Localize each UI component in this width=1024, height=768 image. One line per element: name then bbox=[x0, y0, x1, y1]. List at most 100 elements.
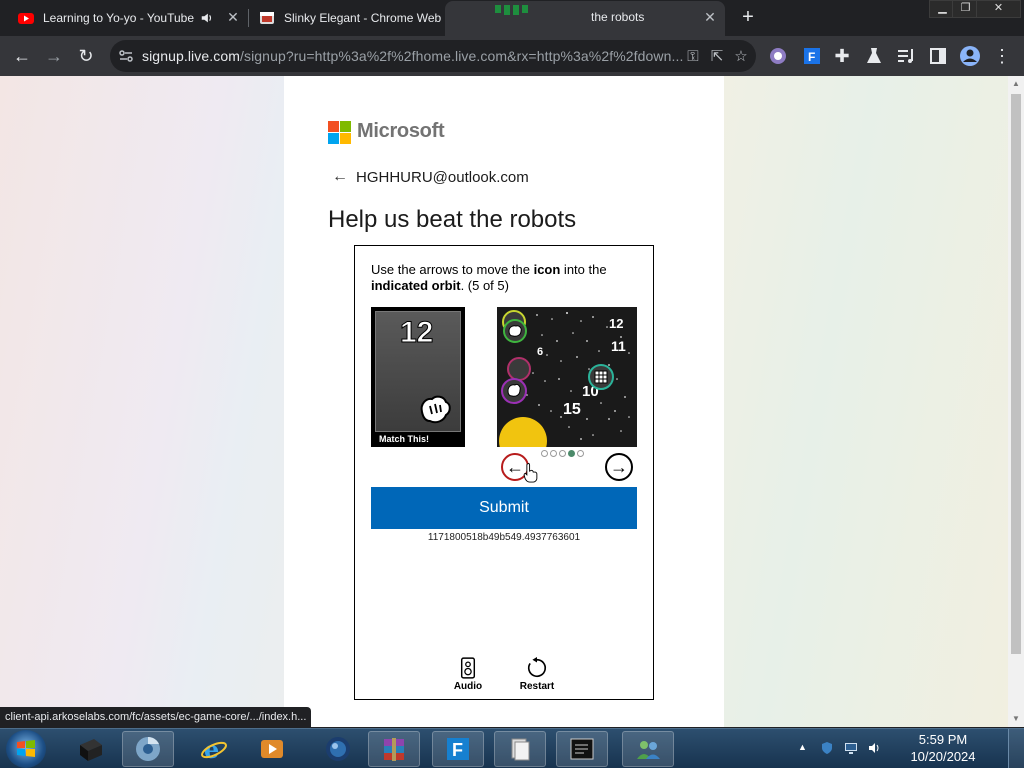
labs-flask-icon[interactable] bbox=[862, 44, 886, 68]
hand-glove-icon bbox=[420, 395, 451, 424]
taskbar-app-terminal[interactable] bbox=[556, 731, 608, 767]
submit-button[interactable]: Submit bbox=[371, 487, 637, 529]
tab-robots[interactable]: the robots ✕ bbox=[445, 1, 725, 36]
loading-indicator-icon bbox=[495, 5, 528, 15]
arrow-left-icon: ← bbox=[506, 457, 524, 477]
tab-youtube[interactable]: Learning to Yo-yo - YouTube ✕ bbox=[8, 3, 248, 32]
svg-text:F: F bbox=[808, 50, 815, 64]
media-player-icon bbox=[261, 740, 283, 758]
bookmark-star-icon[interactable]: ☆ bbox=[731, 46, 751, 66]
taskbar-app-internet-explorer[interactable]: e bbox=[188, 731, 240, 767]
taskbar-app-users[interactable] bbox=[622, 731, 674, 767]
email-address: HGHHURU@outlook.com bbox=[356, 168, 529, 186]
users-icon bbox=[637, 741, 660, 759]
close-window-button[interactable]: ✕ bbox=[976, 0, 1021, 18]
audio-button[interactable]: Audio bbox=[438, 657, 498, 692]
back-arrow-icon[interactable]: ← bbox=[332, 168, 348, 186]
side-panel-icon[interactable] bbox=[926, 44, 950, 68]
clock-time: 5:59 PM bbox=[918, 732, 968, 747]
tab-title: Learning to Yo-yo - YouTube bbox=[43, 10, 195, 25]
session-id: 1171800518b49b549.4937763601 bbox=[427, 532, 581, 543]
close-tab-icon[interactable]: ✕ bbox=[226, 10, 240, 24]
web-store-icon bbox=[260, 11, 274, 24]
back-icon[interactable]: ← bbox=[10, 44, 34, 68]
show-desktop-button[interactable] bbox=[1008, 729, 1024, 768]
audio-playing-icon[interactable] bbox=[200, 11, 214, 25]
windows-logo-icon bbox=[17, 740, 35, 757]
url-text: signup.live.com/signup?ru=http%3a%2f%2fh… bbox=[142, 48, 684, 64]
page-background: Microsoft ← HGHHURU@outlook.com Help us … bbox=[0, 76, 1008, 727]
volume-icon[interactable] bbox=[868, 741, 882, 755]
extension-blue-icon[interactable]: F bbox=[800, 44, 824, 68]
extensions-puzzle-icon[interactable]: ✚ bbox=[830, 44, 854, 68]
status-url: client-api.arkoselabs.com/fc/assets/ec-g… bbox=[0, 707, 312, 728]
security-shield-icon[interactable] bbox=[820, 741, 834, 755]
audio-label: Audio bbox=[453, 681, 483, 692]
browser-toolbar: ← → ↻ signup.live.com/signup?ru=http%3a%… bbox=[0, 36, 1024, 76]
tab-title: the robots bbox=[591, 10, 645, 24]
scroll-down-icon[interactable]: ▼ bbox=[1011, 714, 1021, 724]
taskbar-app-documents[interactable] bbox=[494, 731, 546, 767]
taskbar-app-chrome[interactable] bbox=[122, 731, 174, 767]
close-tab-icon[interactable]: ✕ bbox=[703, 10, 717, 24]
galaxy-scene: 12 11 6 10 15 bbox=[497, 307, 637, 447]
site-settings-icon[interactable] bbox=[116, 46, 136, 66]
taskbar-app-winrar[interactable] bbox=[368, 731, 420, 767]
svg-text:F: F bbox=[452, 740, 463, 760]
restore-button[interactable]: ❐ bbox=[952, 0, 979, 18]
restart-icon bbox=[527, 657, 547, 678]
taskbar-app-globe[interactable] bbox=[312, 731, 364, 767]
taskbar-app-black-box[interactable] bbox=[64, 731, 116, 767]
key-icon[interactable]: ⚿ bbox=[683, 46, 703, 66]
signup-card: Microsoft ← HGHHURU@outlook.com Help us … bbox=[284, 76, 724, 727]
address-bar[interactable]: signup.live.com/signup?ru=http%3a%2f%2fh… bbox=[110, 40, 756, 72]
orbit-number-12: 12 bbox=[609, 316, 623, 331]
taskbar-app-media-player[interactable] bbox=[246, 731, 298, 767]
progress-dot bbox=[550, 450, 557, 457]
taskbar: e F ▲ 5:59 PM 10/20/2024 bbox=[0, 728, 1024, 768]
tab-strip: Learning to Yo-yo - YouTube ✕ Slinky Ele… bbox=[0, 0, 1024, 36]
taskbar-clock[interactable]: 5:59 PM 10/20/2024 bbox=[893, 731, 993, 765]
move-right-button[interactable]: → bbox=[605, 453, 633, 481]
winrar-icon bbox=[384, 738, 404, 761]
internet-explorer-icon: e bbox=[201, 735, 227, 763]
clock-date: 10/20/2024 bbox=[910, 749, 976, 764]
hand-cursor-icon bbox=[523, 463, 538, 483]
terminal-icon bbox=[570, 738, 594, 760]
taskbar-app-f-app[interactable]: F bbox=[432, 731, 484, 767]
media-control-icon[interactable] bbox=[894, 44, 918, 68]
scroll-up-icon[interactable]: ▲ bbox=[1011, 79, 1021, 89]
match-label: Match This! bbox=[371, 432, 465, 447]
screen: Learning to Yo-yo - YouTube ✕ Slinky Ele… bbox=[0, 0, 1024, 768]
progress-dots bbox=[541, 450, 584, 457]
speaker-icon bbox=[460, 657, 476, 679]
new-tab-button[interactable]: + bbox=[737, 6, 759, 28]
match-orbit-number: 12 bbox=[399, 316, 434, 350]
orbit-number-11: 11 bbox=[611, 338, 626, 354]
page-scrollbar[interactable]: ▲ ▼ bbox=[1008, 76, 1024, 727]
f-app-icon: F bbox=[447, 738, 469, 760]
show-hidden-icons-icon[interactable]: ▲ bbox=[798, 742, 812, 756]
match-target-card: 12 bbox=[375, 311, 461, 432]
restart-label: Restart bbox=[519, 681, 555, 692]
orbit-galaxy-image: 12 11 6 10 15 bbox=[497, 307, 637, 447]
orbit-number-15: 15 bbox=[563, 401, 581, 418]
profile-avatar-icon[interactable] bbox=[958, 44, 982, 68]
network-monitor-icon[interactable] bbox=[844, 741, 858, 755]
microsoft-wordmark: Microsoft bbox=[357, 120, 445, 142]
more-menu-icon[interactable]: ⋮ bbox=[990, 44, 1014, 68]
black-box-app-icon bbox=[80, 739, 102, 761]
progress-dot-active bbox=[568, 450, 575, 457]
start-button[interactable] bbox=[6, 730, 46, 768]
extension-globe-icon[interactable] bbox=[766, 44, 790, 68]
youtube-icon bbox=[18, 12, 34, 24]
browser-app-icon bbox=[136, 736, 160, 761]
reload-icon[interactable]: ↻ bbox=[74, 44, 98, 68]
share-icon[interactable]: ⇱ bbox=[707, 46, 727, 66]
orbit-number-6: 6 bbox=[537, 346, 543, 358]
back-to-email[interactable]: ← HGHHURU@outlook.com bbox=[332, 168, 529, 186]
forward-icon[interactable]: → bbox=[42, 44, 66, 68]
challenge-instruction: Use the arrows to move the icon into the… bbox=[371, 262, 607, 293]
scrollbar-thumb[interactable] bbox=[1011, 94, 1021, 654]
restart-button[interactable]: Restart bbox=[507, 657, 567, 692]
